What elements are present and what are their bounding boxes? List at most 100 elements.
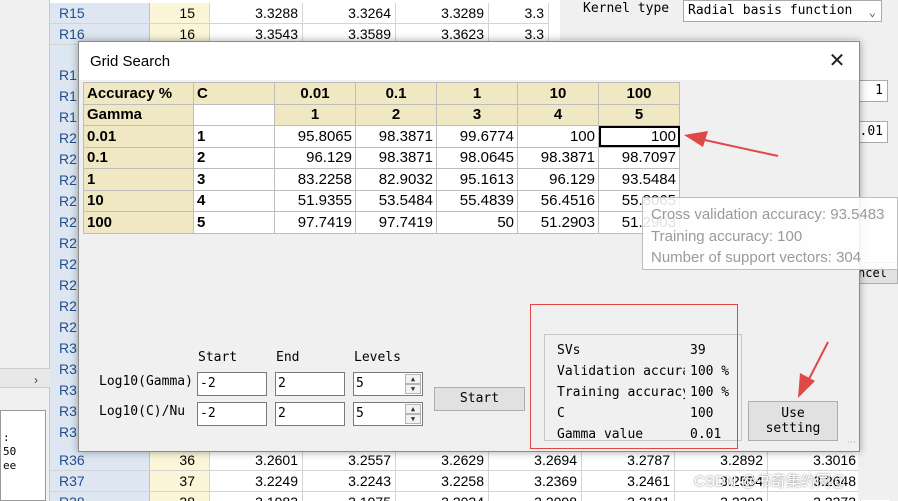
accuracy-cell[interactable]: 93.5484 (598, 168, 680, 191)
empty-cell (193, 103, 275, 126)
dialog-titlebar[interactable]: Grid Search ✕ (79, 42, 859, 80)
cell-value[interactable]: 3.2694 (489, 450, 582, 471)
watermark-text: CSDN @书奇集约同@ (694, 473, 847, 490)
cell-value[interactable]: 3.1975 (303, 492, 396, 501)
gamma-levels-stepper[interactable]: 5 ▲ ▼ (353, 372, 423, 396)
accuracy-cell[interactable]: 56.4516 (517, 189, 599, 212)
row-label[interactable]: R2 (59, 130, 77, 146)
accuracy-cell[interactable]: 96.129 (274, 146, 356, 169)
row-label[interactable]: R2 (59, 277, 77, 293)
accuracy-header: Accuracy % (83, 82, 194, 105)
row-label[interactable]: R2 (59, 319, 77, 335)
row-label[interactable]: R1 (59, 88, 77, 104)
stepper-down-icon[interactable]: ▼ (405, 414, 421, 424)
cell-value[interactable]: 3.2181 (582, 492, 675, 501)
row-label[interactable]: R1 (59, 67, 77, 83)
cell-value[interactable]: 3.3289 (396, 3, 489, 24)
row-label[interactable]: R38 (50, 492, 150, 501)
row-label[interactable]: R3 (59, 361, 77, 377)
accuracy-cell[interactable]: 51.2903 (517, 211, 599, 234)
cell-value[interactable]: 3.2302 (675, 492, 768, 501)
gamma-end-input[interactable]: 2 (275, 372, 345, 396)
cell-value[interactable]: 3.1983 (210, 492, 303, 501)
cell-value[interactable]: 3.2787 (582, 450, 675, 471)
row-label[interactable]: R3 (59, 382, 77, 398)
row-label[interactable]: R2 (59, 235, 77, 251)
cell-value[interactable]: 3.2372 (768, 492, 861, 501)
gamma-index: 1 (193, 125, 275, 148)
row-label[interactable]: R1 (59, 109, 77, 125)
accuracy-cell[interactable]: 53.5484 (355, 189, 437, 212)
c-start-input[interactable]: -2 (197, 402, 267, 426)
parameter-field[interactable]: 1 (858, 80, 888, 102)
row-index[interactable]: 36 (150, 450, 210, 471)
stepper-up-icon[interactable]: ▲ (405, 404, 421, 414)
row-label[interactable]: R3 (59, 340, 77, 356)
cell-value[interactable]: 3.3 (489, 3, 549, 24)
row-index[interactable]: 15 (150, 3, 210, 24)
row-label[interactable]: R3 (59, 403, 77, 419)
cell-value[interactable]: 3.2601 (210, 450, 303, 471)
accuracy-cell[interactable]: 83.2258 (274, 168, 356, 191)
use-setting-button[interactable]: Use setting (748, 401, 838, 441)
row-label[interactable]: R2 (59, 298, 77, 314)
row-label[interactable]: R2 (59, 256, 77, 272)
cell-value[interactable]: 3.2369 (489, 471, 582, 492)
cell-value[interactable]: 3.2557 (303, 450, 396, 471)
kernel-type-select[interactable]: Radial basis function ⌄ (683, 0, 882, 22)
cell-value[interactable]: 3.2024 (396, 492, 489, 501)
cell-value[interactable]: 3.2258 (396, 471, 489, 492)
stepper-up-icon[interactable]: ▲ (405, 374, 421, 384)
start-button[interactable]: Start (434, 387, 525, 411)
accuracy-cell[interactable]: 97.7419 (274, 211, 356, 234)
row-index[interactable]: 38 (150, 492, 210, 501)
table-row: 10 4 51.9355 53.5484 55.4839 56.4516 55.… (83, 189, 680, 212)
resize-grip-icon[interactable]: ⋯ (847, 437, 856, 448)
row-label[interactable]: R2 (59, 151, 77, 167)
accuracy-cell[interactable]: 82.9032 (355, 168, 437, 191)
accuracy-cell[interactable]: 98.7097 (598, 146, 680, 169)
cell-value[interactable]: 3.3288 (210, 3, 303, 24)
accuracy-cell[interactable]: 96.129 (517, 168, 599, 191)
parameter-field[interactable]: .01 (858, 121, 888, 143)
scroll-right-arrow-icon[interactable]: › (34, 373, 38, 387)
close-icon[interactable]: ✕ (825, 50, 849, 74)
accuracy-cell[interactable]: 100 (517, 125, 599, 148)
accuracy-cell[interactable]: 97.7419 (355, 211, 437, 234)
accuracy-cell[interactable]: 50 (436, 211, 518, 234)
accuracy-cell[interactable]: 98.3871 (355, 125, 437, 148)
table-row: Gamma 1 2 3 4 5 (83, 103, 680, 126)
accuracy-cell[interactable]: 51.9355 (274, 189, 356, 212)
row-label[interactable]: R37 (50, 471, 150, 492)
c-stat-value: 100 (690, 406, 714, 421)
row-label[interactable]: R3 (59, 424, 77, 440)
cell-value[interactable]: 3.2461 (582, 471, 675, 492)
accuracy-cell[interactable]: 98.0645 (436, 146, 518, 169)
row-label[interactable]: R2 (59, 172, 77, 188)
cell-value[interactable]: 3.2243 (303, 471, 396, 492)
row-index[interactable]: 37 (150, 471, 210, 492)
accuracy-cell[interactable]: 98.3871 (517, 146, 599, 169)
horizontal-scrollbar[interactable] (0, 368, 50, 388)
stepper-down-icon[interactable]: ▼ (405, 384, 421, 394)
gamma-start-input[interactable]: -2 (197, 372, 267, 396)
accuracy-cell[interactable]: 99.6774 (436, 125, 518, 148)
svs-label: SVs (557, 343, 581, 358)
accuracy-cell[interactable]: 95.1613 (436, 168, 518, 191)
accuracy-cell[interactable]: 55.4839 (436, 189, 518, 212)
cell-value[interactable]: 3.2892 (675, 450, 768, 471)
accuracy-cell[interactable]: 95.8065 (274, 125, 356, 148)
row-label[interactable]: R2 (59, 214, 77, 230)
row-label[interactable]: R15 (50, 3, 150, 24)
accuracy-cell-selected[interactable]: 100 (598, 125, 680, 148)
cell-value[interactable]: 3.2629 (396, 450, 489, 471)
cell-value[interactable]: 3.3016 (768, 450, 861, 471)
row-label[interactable]: R2 (59, 193, 77, 209)
accuracy-cell[interactable]: 98.3871 (355, 146, 437, 169)
c-end-input[interactable]: 2 (275, 402, 345, 426)
row-label[interactable]: R36 (50, 450, 150, 471)
cell-value[interactable]: 3.2098 (489, 492, 582, 501)
c-levels-stepper[interactable]: 5 ▲ ▼ (353, 402, 423, 426)
cell-value[interactable]: 3.3264 (303, 3, 396, 24)
cell-value[interactable]: 3.2249 (210, 471, 303, 492)
